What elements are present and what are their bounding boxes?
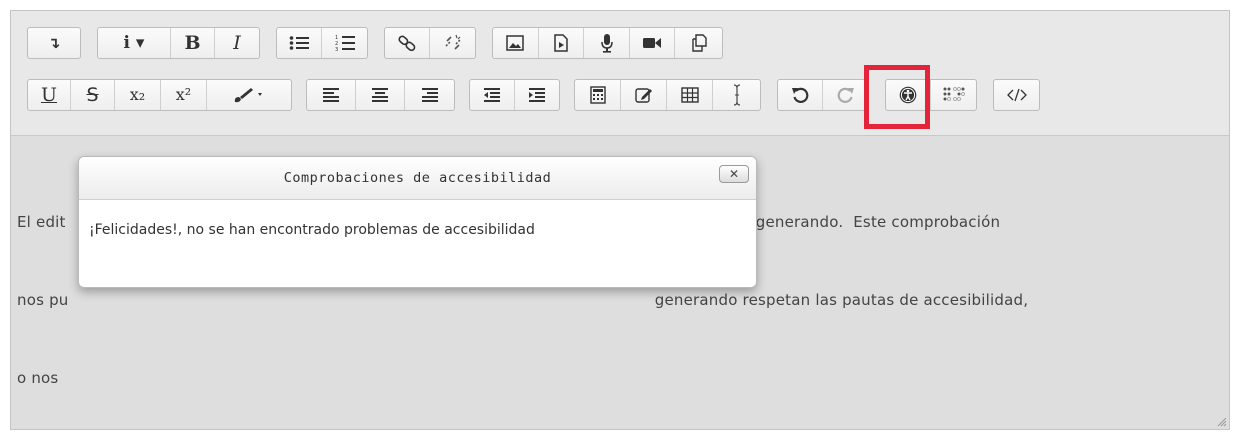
text-cursor-icon (733, 84, 740, 106)
undo-icon (792, 87, 809, 103)
equation-editor-button[interactable] (575, 80, 621, 110)
italic-button[interactable]: I (215, 28, 259, 58)
record-video-button[interactable] (630, 28, 676, 58)
superscript-button[interactable]: x² (161, 80, 207, 110)
align-right-button[interactable] (405, 80, 454, 110)
align-left-button[interactable] (307, 80, 356, 110)
screen-reader-helper-button[interactable] (931, 80, 976, 110)
unlink-icon (444, 34, 461, 50)
info-icon: i ▾ (123, 32, 145, 53)
subscript-icon: x₂ (129, 85, 146, 104)
content-line-2: nos pu generando respetan las pautas de … (17, 291, 1029, 309)
indent-button[interactable] (515, 80, 560, 110)
outdent-button[interactable] (470, 80, 515, 110)
collapse-toolbar-button[interactable]: ↴ (28, 28, 80, 58)
text-color-button[interactable] (207, 80, 291, 110)
braille-icon (943, 87, 965, 101)
dialog-header: Comprobaciones de accesibilidad ✕ (79, 157, 756, 200)
resize-handle-icon[interactable] (1217, 417, 1227, 427)
insert-image-button[interactable] (493, 28, 539, 58)
unordered-list-button[interactable] (277, 28, 322, 58)
toolbar-group-align (306, 79, 455, 111)
code-icon (1006, 88, 1027, 102)
unlink-button[interactable] (430, 28, 475, 58)
table-icon (680, 87, 699, 103)
edit-icon (634, 88, 652, 103)
redo-icon (837, 87, 854, 103)
accessibility-dialog: Comprobaciones de accesibilidad ✕ ¡Felic… (78, 156, 757, 288)
link-icon (398, 35, 416, 52)
bold-icon: B (184, 31, 201, 54)
toolbar-group-format: U S x₂ x² (27, 79, 292, 111)
files-icon (692, 34, 707, 52)
dialog-message: ¡Felicidades!, no se han encontrado prob… (89, 222, 535, 238)
toolbar-group-html (993, 79, 1040, 111)
align-center-icon (372, 88, 388, 102)
manage-files-button[interactable] (675, 28, 722, 58)
dialog-title: Comprobaciones de accesibilidad (283, 170, 552, 186)
html-source-button[interactable] (994, 80, 1039, 110)
toolbar-group-collapse: ↴ (27, 27, 81, 59)
link-button[interactable] (385, 28, 430, 58)
toolbar-group-media (492, 27, 723, 59)
align-right-icon (421, 88, 438, 102)
paragraph-styles-button[interactable]: i ▾ (98, 28, 171, 58)
video-camera-icon (643, 38, 662, 48)
image-icon (506, 35, 525, 51)
numbered-list-icon: 123 (335, 35, 355, 52)
close-icon: ✕ (728, 167, 740, 181)
toolbar-group-history (777, 79, 869, 111)
accessibility-highlight-box (864, 65, 930, 129)
paintbrush-icon (234, 88, 262, 103)
editor-toolbar: ↴ i ▾ B I 123 U S x₂ x² (11, 11, 1229, 136)
microphone-icon (600, 34, 613, 53)
italic-icon: I (233, 31, 241, 54)
insert-text-box-button[interactable] (621, 80, 667, 110)
underline-button[interactable]: U (28, 80, 71, 110)
underline-icon: U (40, 83, 57, 106)
toolbar-group-style: i ▾ B I (97, 27, 260, 59)
align-left-icon (323, 88, 339, 102)
collapse-icon: ↴ (47, 33, 61, 52)
toolbar-group-lists: 123 (276, 27, 368, 59)
indent-icon (528, 88, 545, 102)
undo-button[interactable] (778, 80, 823, 110)
bullet-list-icon (289, 36, 309, 50)
dialog-close-button[interactable]: ✕ (719, 165, 749, 183)
clear-formatting-button[interactable] (713, 80, 760, 110)
toolbar-group-links (384, 27, 476, 59)
record-audio-button[interactable] (584, 28, 630, 58)
svg-text:3: 3 (335, 47, 338, 52)
align-center-button[interactable] (356, 80, 405, 110)
toolbar-group-indent (469, 79, 560, 111)
insert-table-button[interactable] (667, 80, 713, 110)
outdent-icon (483, 88, 500, 102)
superscript-icon: x² (175, 85, 192, 104)
redo-button[interactable] (823, 80, 868, 110)
insert-media-button[interactable] (539, 28, 585, 58)
bold-button[interactable]: B (171, 28, 215, 58)
strikethrough-button[interactable]: S (71, 80, 115, 110)
ordered-list-button[interactable]: 123 (322, 28, 367, 58)
content-line-3: o nos (17, 369, 64, 387)
calculator-icon (589, 86, 606, 104)
toolbar-group-insert (574, 79, 761, 111)
media-file-icon (554, 34, 568, 52)
strikethrough-icon: S (86, 83, 99, 106)
subscript-button[interactable]: x₂ (115, 80, 161, 110)
